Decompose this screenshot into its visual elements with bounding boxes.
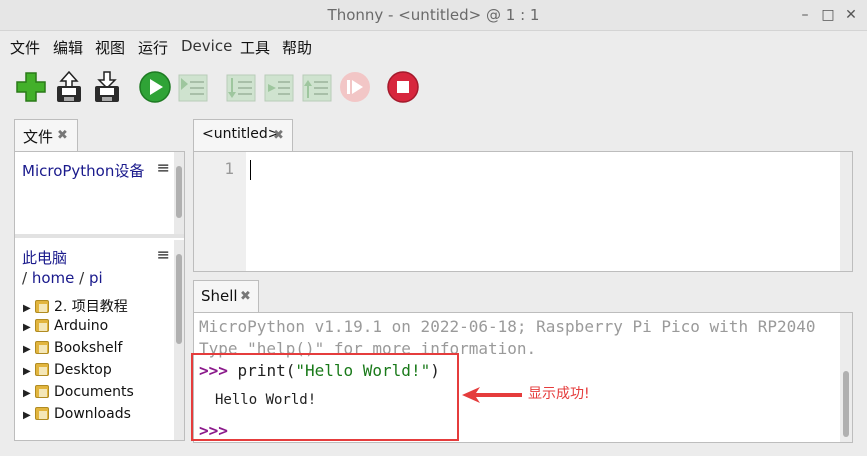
step-over-icon xyxy=(226,74,256,102)
pane-separator[interactable] xyxy=(15,234,184,238)
open-icon xyxy=(57,70,81,102)
computer-section-title: 此电脑 xyxy=(22,249,68,267)
expand-icon[interactable]: ▶ xyxy=(23,322,33,333)
text-cursor xyxy=(250,160,251,180)
close-files-tab-icon[interactable]: ✖ xyxy=(57,128,68,143)
maximize-button[interactable]: □ xyxy=(818,5,838,25)
shell-scroll-thumb[interactable] xyxy=(843,371,849,437)
stop-icon xyxy=(387,71,419,103)
computer-section-header: 此电脑 ≡ / home / pi xyxy=(15,240,174,290)
tree-item-label: Bookshelf xyxy=(54,340,123,356)
tree-item-label: 2. 项目教程 xyxy=(54,299,128,315)
highlight-box xyxy=(191,353,459,441)
tree-item[interactable]: ▶ 2. 项目教程 xyxy=(23,296,128,318)
line-number-gutter: 1 xyxy=(194,152,246,271)
device-scrollbar[interactable] xyxy=(174,152,184,234)
menu-file[interactable]: 文件 xyxy=(10,37,40,58)
path-separator: / xyxy=(22,269,28,287)
computer-scroll-thumb[interactable] xyxy=(176,254,182,344)
computer-scrollbar[interactable] xyxy=(174,240,184,440)
title-bar: Thonny - <untitled> @ 1 : 1 – □ ✕ xyxy=(0,0,867,31)
files-tab-label: 文件 xyxy=(23,128,54,146)
thonny-window: Thonny - <untitled> @ 1 : 1 – □ ✕ 文件 编辑 … xyxy=(0,0,867,456)
folder-icon xyxy=(35,341,49,354)
shell-banner-line: MicroPython v1.19.1 on 2022-06-18; Raspb… xyxy=(199,317,816,336)
shell-tab-label: Shell xyxy=(201,287,238,305)
close-editor-tab-icon[interactable]: ✖ xyxy=(273,128,284,143)
open-file-button[interactable] xyxy=(52,70,86,104)
save-icon xyxy=(95,71,119,102)
files-panel: MicroPython设备 ≡ 此电脑 ≡ / home / pi ▶ 2. 项目… xyxy=(14,151,185,441)
tab-untitled[interactable]: <untitled> ✖ xyxy=(193,119,293,152)
menu-bar: 文件 编辑 视图 运行 Device 工具 帮助 xyxy=(0,32,867,60)
computer-menu-icon[interactable]: ≡ xyxy=(157,245,170,264)
folder-icon xyxy=(35,300,49,313)
step-into-button[interactable] xyxy=(262,70,296,104)
tree-item[interactable]: ▶ Bookshelf xyxy=(23,340,122,362)
debug-button[interactable] xyxy=(176,70,210,104)
step-over-button[interactable] xyxy=(224,70,258,104)
toolbar xyxy=(0,66,867,110)
device-section-title: MicroPython设备 xyxy=(22,162,145,180)
step-into-icon xyxy=(264,74,294,102)
close-shell-tab-icon[interactable]: ✖ xyxy=(240,289,251,304)
path-home-link[interactable]: home xyxy=(32,269,75,287)
annotation-text: 显示成功! xyxy=(528,386,590,402)
menu-tools[interactable]: 工具 xyxy=(240,37,270,58)
path-breadcrumb: / home / pi xyxy=(22,269,103,287)
menu-view[interactable]: 视图 xyxy=(95,37,125,58)
code-editor[interactable]: 1 xyxy=(193,151,853,272)
tree-item[interactable]: ▶ Arduino xyxy=(23,318,108,340)
path-pi-link[interactable]: pi xyxy=(89,269,103,287)
stop-button[interactable] xyxy=(386,70,420,104)
tree-item[interactable]: ▶ Documents xyxy=(23,384,134,406)
folder-icon xyxy=(35,319,49,332)
save-file-button[interactable] xyxy=(90,70,124,104)
tree-item-label: Downloads xyxy=(54,406,131,422)
new-file-button[interactable] xyxy=(14,70,48,104)
debug-icon xyxy=(178,74,208,102)
expand-icon[interactable]: ▶ xyxy=(23,344,33,355)
device-section-header: MicroPython设备 ≡ xyxy=(15,152,174,184)
annotation-arrow-icon xyxy=(462,387,522,403)
folder-icon xyxy=(35,363,49,376)
resume-icon xyxy=(340,72,370,102)
step-out-button[interactable] xyxy=(300,70,334,104)
editor-tab-label: <untitled> xyxy=(202,126,280,142)
folder-icon xyxy=(35,407,49,420)
expand-icon[interactable]: ▶ xyxy=(23,303,33,314)
tree-item[interactable]: ▶ Downloads xyxy=(23,406,131,428)
tab-shell[interactable]: Shell ✖ xyxy=(193,280,259,313)
expand-icon[interactable]: ▶ xyxy=(23,388,33,399)
step-out-icon xyxy=(302,74,332,102)
menu-help[interactable]: 帮助 xyxy=(282,37,312,58)
device-scroll-thumb[interactable] xyxy=(176,166,182,218)
folder-icon xyxy=(35,385,49,398)
menu-device[interactable]: Device xyxy=(181,37,232,55)
editor-scrollbar[interactable] xyxy=(840,152,852,271)
minimize-button[interactable]: – xyxy=(795,5,815,25)
window-title: Thonny - <untitled> @ 1 : 1 xyxy=(327,6,540,24)
tree-item-label: Arduino xyxy=(54,318,109,334)
expand-icon[interactable]: ▶ xyxy=(23,366,33,377)
run-button[interactable] xyxy=(138,70,172,104)
tree-item-label: Documents xyxy=(54,384,134,400)
tab-files[interactable]: 文件 ✖ xyxy=(14,119,78,152)
shell-scrollbar[interactable] xyxy=(840,313,852,442)
tree-item-label: Desktop xyxy=(54,362,112,378)
device-menu-icon[interactable]: ≡ xyxy=(157,158,170,177)
resume-button[interactable] xyxy=(338,70,372,104)
line-number: 1 xyxy=(224,159,234,178)
menu-run[interactable]: 运行 xyxy=(138,37,168,58)
run-icon xyxy=(139,71,171,103)
path-separator: / xyxy=(79,269,85,287)
close-window-button[interactable]: ✕ xyxy=(841,5,861,25)
expand-icon[interactable]: ▶ xyxy=(23,410,33,421)
new-icon xyxy=(16,72,46,102)
menu-edit[interactable]: 编辑 xyxy=(53,37,83,58)
tree-item[interactable]: ▶ Desktop xyxy=(23,362,112,384)
